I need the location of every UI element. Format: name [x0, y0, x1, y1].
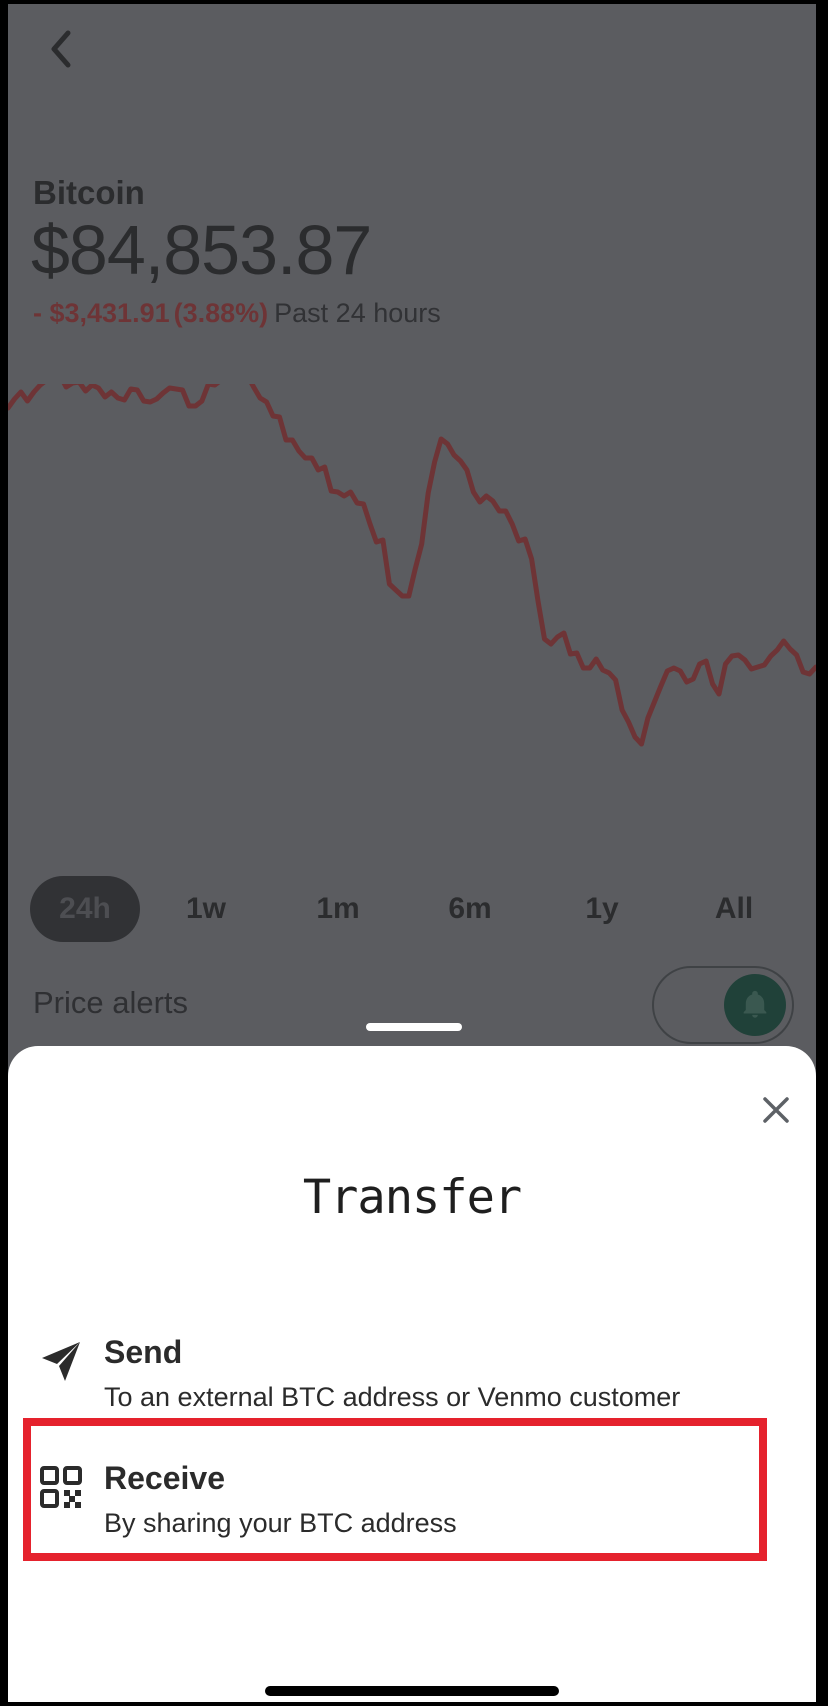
receive-highlight-box	[23, 1418, 767, 1561]
transfer-sheet: Transfer Send To an external BTC address…	[8, 1046, 816, 1702]
time-range-selector: 24h 1w 1m 6m 1y All	[30, 876, 790, 942]
price-change-percent: (3.88%)	[173, 298, 269, 328]
back-button[interactable]	[36, 24, 86, 74]
range-1m-button[interactable]: 1m	[298, 876, 378, 942]
price-chart[interactable]	[8, 384, 816, 824]
paper-plane-icon	[42, 1342, 80, 1381]
send-option-subtitle: To an external BTC address or Venmo cust…	[104, 1382, 681, 1412]
range-1y-button[interactable]: 1y	[562, 876, 642, 942]
price-change-amount: - $3,431.91	[33, 298, 170, 328]
close-button[interactable]	[752, 1086, 800, 1134]
chevron-left-icon	[51, 30, 71, 68]
bell-icon	[743, 990, 767, 1018]
home-indicator	[265, 1686, 559, 1696]
price-alerts-toggle[interactable]	[652, 966, 794, 1044]
range-6m-button[interactable]: 6m	[430, 876, 510, 942]
range-1w-button[interactable]: 1w	[166, 876, 246, 942]
range-24h-button[interactable]: 24h	[30, 876, 140, 942]
price-change-row: - $3,431.91 (3.88%) Past 24 hours	[33, 298, 441, 329]
sheet-title: Transfer	[302, 1170, 522, 1225]
screen: Bitcoin $84,853.87 - $3,431.91 (3.88%) Pas…	[8, 4, 816, 1702]
close-icon	[763, 1097, 789, 1123]
sheet-grab-handle[interactable]	[366, 1023, 462, 1031]
range-all-button[interactable]: All	[694, 876, 774, 942]
price-change-period: Past 24 hours	[274, 298, 441, 328]
toggle-knob	[724, 974, 786, 1036]
asset-name: Bitcoin	[33, 174, 145, 211]
asset-price: $84,853.87	[31, 211, 372, 289]
price-alerts-label: Price alerts	[33, 985, 189, 1020]
price-line	[8, 384, 816, 747]
send-option-title: Send	[104, 1334, 183, 1370]
